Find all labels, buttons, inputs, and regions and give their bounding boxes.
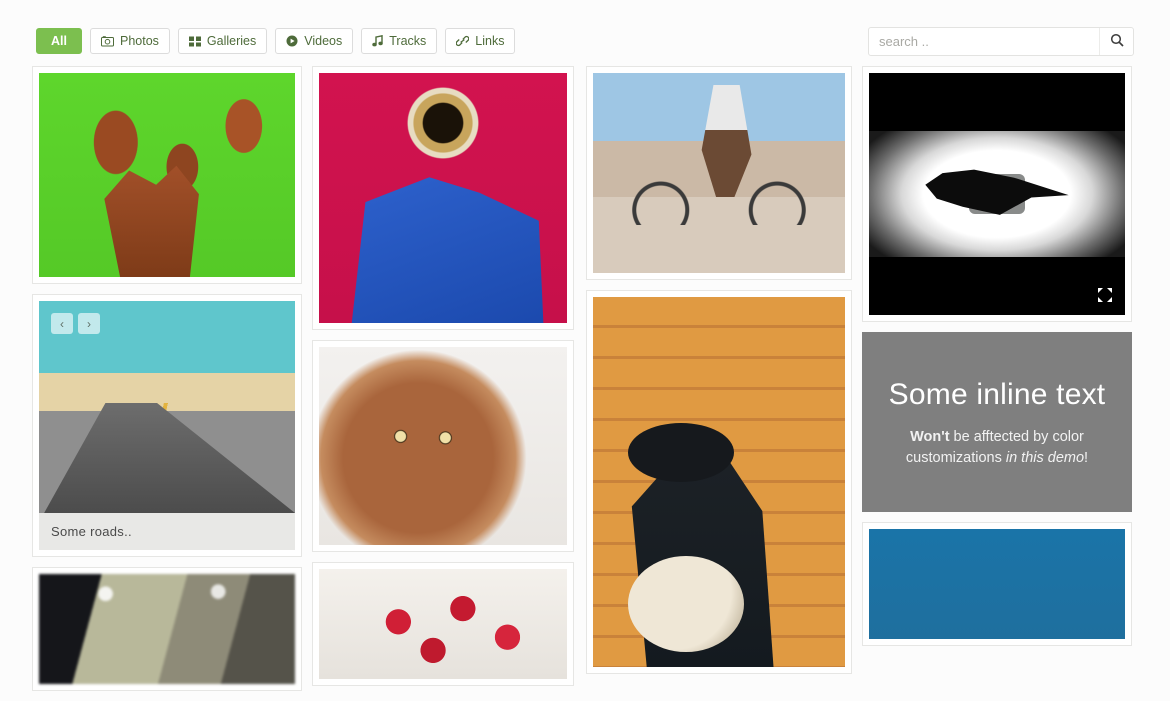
photo-raspberries-bowl[interactable] — [319, 569, 567, 679]
photo-rusty-shapes-on-green[interactable] — [39, 73, 295, 277]
filter-button-all[interactable]: All — [36, 28, 82, 54]
filter-label-photos: Photos — [119, 33, 159, 48]
grid-icon — [188, 36, 201, 47]
photo-trumpet-player-red[interactable] — [319, 73, 567, 323]
video-player-black-bird[interactable] — [869, 73, 1125, 315]
filter-label-galleries: Galleries — [206, 33, 257, 48]
filter-button-photos[interactable]: Photos — [89, 28, 170, 54]
grid-column-4: Some inline text Won't be afftected by c… — [862, 66, 1132, 656]
filter-button-tracks[interactable]: Tracks — [361, 28, 438, 54]
search-input[interactable] — [869, 34, 1099, 49]
filter-button-links[interactable]: Links — [445, 28, 516, 54]
play-icon[interactable] — [969, 174, 1025, 214]
inline-text-tail: ! — [1084, 450, 1089, 467]
filter-label-all: All — [51, 33, 67, 48]
filter-label-links: Links — [475, 33, 505, 48]
media-card-raspberries-bowl[interactable] — [312, 562, 574, 686]
filter-button-galleries[interactable]: Galleries — [177, 28, 268, 54]
toolbar: All Photos Galleries Videos Tracks Links… — [0, 0, 1170, 68]
carousel-nav: ‹ › — [51, 313, 100, 334]
fullscreen-icon[interactable] — [1095, 285, 1115, 305]
media-card-cyclist-on-bridge[interactable] — [586, 66, 852, 280]
media-card-black-bird-video[interactable] — [862, 66, 1132, 322]
photo-blue-sky[interactable] — [869, 529, 1125, 639]
grid-column-2 — [312, 66, 574, 696]
media-card-trumpet-player-red[interactable] — [312, 66, 574, 330]
media-card-blurred-desk-hands[interactable] — [32, 567, 302, 691]
photo-brown-dog-portrait[interactable] — [319, 347, 567, 545]
play-circle-icon — [286, 35, 298, 47]
inline-text-panel: Some inline text Won't be afftected by c… — [862, 332, 1132, 512]
filter-button-group: All Photos Galleries Videos Tracks Links — [36, 28, 516, 54]
media-grid: ‹ › Some roads.. Some inline text Won't … — [0, 66, 1170, 691]
search-box[interactable] — [868, 27, 1134, 56]
link-icon — [456, 35, 470, 47]
media-card-banjo-player-wood-wall[interactable] — [586, 290, 852, 674]
grid-column-1: ‹ › Some roads.. — [32, 66, 302, 701]
music-note-icon — [372, 35, 384, 47]
inline-text-heading: Some inline text — [888, 378, 1106, 411]
search-button[interactable] — [1099, 28, 1133, 55]
carousel-next-button[interactable]: › — [78, 313, 100, 334]
inline-text-strong: Won't — [910, 428, 950, 445]
filter-button-videos[interactable]: Videos — [275, 28, 354, 54]
gallery-desert-road[interactable]: ‹ › — [39, 301, 295, 513]
inline-text-body: Won't be afftected by color customizatio… — [882, 427, 1112, 471]
media-card-rusty-shapes-on-green[interactable] — [32, 66, 302, 284]
media-card-blue-sky[interactable] — [862, 522, 1132, 646]
photo-banjo-player-wood-wall[interactable] — [593, 297, 845, 667]
filter-label-tracks: Tracks — [389, 33, 427, 48]
camera-icon — [100, 35, 114, 47]
carousel-prev-button[interactable]: ‹ — [51, 313, 73, 334]
media-card-desert-road[interactable]: ‹ › Some roads.. — [32, 294, 302, 557]
photo-cyclist-on-bridge[interactable] — [593, 73, 845, 273]
search-icon — [1110, 33, 1124, 50]
filter-label-videos: Videos — [304, 33, 343, 48]
media-caption: Some roads.. — [39, 513, 295, 550]
media-card-brown-dog-portrait[interactable] — [312, 340, 574, 552]
inline-text-em: in this demo — [1005, 450, 1085, 467]
grid-column-3 — [586, 66, 852, 684]
photo-blurred-desk-hands[interactable] — [39, 574, 295, 684]
media-card-inline-text-panel: Some inline text Won't be afftected by c… — [862, 332, 1132, 512]
